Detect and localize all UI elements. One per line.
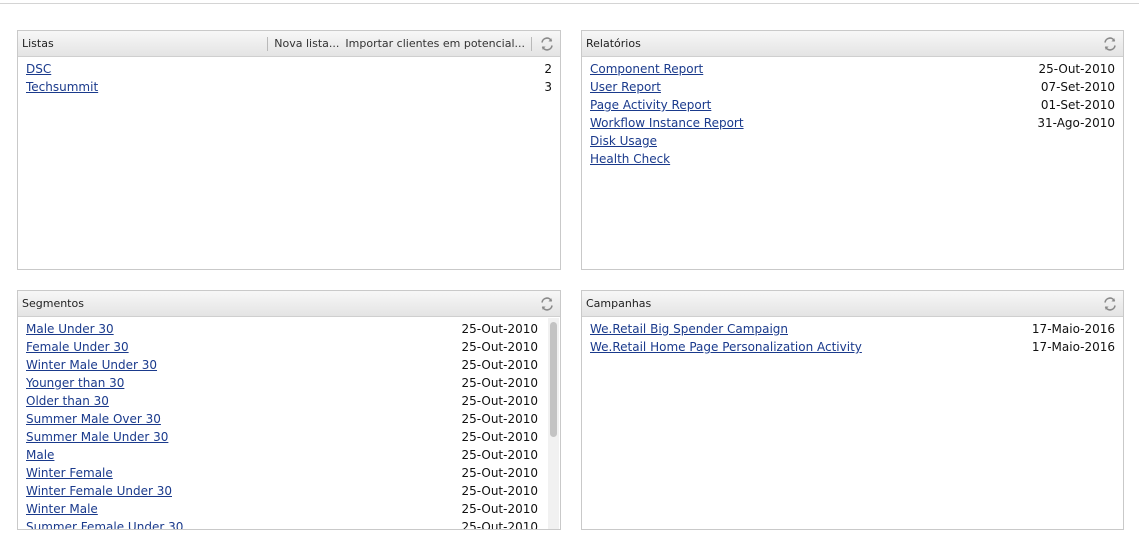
relatorio-link[interactable]: Component Report <box>590 60 703 78</box>
segmento-row: Female Under 30 25-Out-2010 <box>26 338 538 356</box>
top-divider <box>0 3 1139 4</box>
segmento-row: Male 25-Out-2010 <box>26 446 538 464</box>
campanhas-panel: Campanhas We.Retail Big Spender Campaign… <box>581 290 1124 530</box>
segmento-value: 25-Out-2010 <box>461 412 538 426</box>
segmentos-header-actions <box>538 291 556 316</box>
segmento-value: 25-Out-2010 <box>461 484 538 498</box>
segmento-link[interactable]: Younger than 30 <box>26 374 124 392</box>
segmento-row: Summer Male Under 30 25-Out-2010 <box>26 428 538 446</box>
relatorio-link[interactable]: User Report <box>590 78 661 96</box>
refresh-icon-glyph <box>541 296 553 311</box>
listas-link[interactable]: Techsummit <box>26 78 98 96</box>
segmento-value: 25-Out-2010 <box>461 520 538 530</box>
segmentos-scrollbar[interactable] <box>548 318 559 529</box>
listas-row: Techsummit 3 <box>26 78 552 96</box>
campanha-link[interactable]: We.Retail Big Spender Campaign <box>590 320 788 338</box>
relatorios-header-actions <box>1101 31 1119 56</box>
campanha-value: 17-Maio-2016 <box>1031 322 1115 336</box>
relatorio-row: Health Check <box>590 150 1115 168</box>
relatorio-link[interactable]: Health Check <box>590 150 670 168</box>
segmento-link[interactable]: Summer Male Under 30 <box>26 428 168 446</box>
relatorios-list: Component Report 25-Out-2010 User Report 07… <box>582 57 1123 168</box>
segmento-row: Winter Male Under 30 25-Out-2010 <box>26 356 538 374</box>
relatorio-row: Component Report 25-Out-2010 <box>590 60 1115 78</box>
header-separator <box>267 36 269 51</box>
listas-value: 3 <box>544 80 552 94</box>
segmento-row: Male Under 30 25-Out-2010 <box>26 320 538 338</box>
listas-panel-header: Listas Nova lista... Importar clientes e… <box>18 31 560 57</box>
segmento-value: 25-Out-2010 <box>461 358 538 372</box>
segmento-link[interactable]: Summer Male Over 30 <box>26 410 161 428</box>
relatorio-value: 31-Ago-2010 <box>1037 116 1115 130</box>
campanha-value: 17-Maio-2016 <box>1031 340 1115 354</box>
segmento-row: Summer Male Over 30 25-Out-2010 <box>26 410 538 428</box>
refresh-icon[interactable] <box>538 35 556 53</box>
refresh-icon-glyph <box>1104 296 1116 311</box>
segmento-value: 25-Out-2010 <box>461 430 538 444</box>
segmentos-panel: Segmentos Male Under 30 25-Out-2010 Female… <box>17 290 561 530</box>
listas-panel: Listas Nova lista... Importar clientes e… <box>17 30 561 270</box>
relatorio-value: 07-Set-2010 <box>1040 80 1115 94</box>
campanhas-header-actions <box>1101 291 1119 316</box>
refresh-icon[interactable] <box>538 295 556 313</box>
segmento-row: Winter Female 25-Out-2010 <box>26 464 538 482</box>
nova-lista-button[interactable]: Nova lista... <box>274 37 339 50</box>
campanha-link[interactable]: We.Retail Home Page Personalization Acti… <box>590 338 862 356</box>
relatorio-value: 25-Out-2010 <box>1038 62 1115 76</box>
listas-list: DSC 2 Techsummit 3 <box>18 57 560 96</box>
segmento-value: 25-Out-2010 <box>461 502 538 516</box>
scrollbar-thumb[interactable] <box>550 322 557 437</box>
segmento-link[interactable]: Winter Female <box>26 464 113 482</box>
segmento-link[interactable]: Male Under 30 <box>26 320 114 338</box>
relatorio-link[interactable]: Disk Usage <box>590 132 657 150</box>
segmento-row: Winter Female Under 30 25-Out-2010 <box>26 482 538 500</box>
segmento-link[interactable]: Female Under 30 <box>26 338 129 356</box>
importar-clientes-button[interactable]: Importar clientes em potencial... <box>345 37 525 50</box>
relatorio-value: 01-Set-2010 <box>1040 98 1115 112</box>
segmentos-panel-header: Segmentos <box>18 291 560 317</box>
listas-link[interactable]: DSC <box>26 60 51 78</box>
segmento-link[interactable]: Winter Male Under 30 <box>26 356 157 374</box>
segmento-row: Winter Male 25-Out-2010 <box>26 500 538 518</box>
segmento-row: Older than 30 25-Out-2010 <box>26 392 538 410</box>
listas-panel-title: Listas <box>22 37 54 50</box>
relatorio-row: Disk Usage <box>590 132 1115 150</box>
refresh-icon-glyph <box>541 36 553 51</box>
listas-value: 2 <box>544 62 552 76</box>
relatorio-row: Page Activity Report 01-Set-2010 <box>590 96 1115 114</box>
segmento-link[interactable]: Male <box>26 446 54 464</box>
relatorios-panel: Relatórios Component Report 25-Out-2010 Us… <box>581 30 1124 270</box>
campanha-row: We.Retail Big Spender Campaign 17-Maio-20… <box>590 320 1115 338</box>
relatorio-row: User Report 07-Set-2010 <box>590 78 1115 96</box>
segmento-row: Summer Female Under 30 25-Out-2010 <box>26 518 538 530</box>
refresh-icon-glyph <box>1104 36 1116 51</box>
segmento-link[interactable]: Winter Female Under 30 <box>26 482 172 500</box>
campanhas-panel-title: Campanhas <box>586 297 652 310</box>
refresh-icon[interactable] <box>1101 35 1119 53</box>
segmento-row: Younger than 30 25-Out-2010 <box>26 374 538 392</box>
segmento-value: 25-Out-2010 <box>461 448 538 462</box>
segmento-value: 25-Out-2010 <box>461 376 538 390</box>
campanhas-panel-header: Campanhas <box>582 291 1123 317</box>
segmento-value: 25-Out-2010 <box>461 466 538 480</box>
segmento-value: 25-Out-2010 <box>461 322 538 336</box>
segmentos-panel-title: Segmentos <box>22 297 84 310</box>
relatorios-panel-title: Relatórios <box>586 37 641 50</box>
relatorio-row: Workflow Instance Report 31-Ago-2010 <box>590 114 1115 132</box>
campanhas-list: We.Retail Big Spender Campaign 17-Maio-20… <box>582 317 1123 356</box>
relatorios-panel-header: Relatórios <box>582 31 1123 57</box>
segmento-link[interactable]: Summer Female Under 30 <box>26 518 183 529</box>
listas-header-actions: Nova lista... Importar clientes em poten… <box>261 31 556 56</box>
header-separator <box>531 36 532 51</box>
relatorio-link[interactable]: Workflow Instance Report <box>590 114 744 132</box>
segmentos-list: Male Under 30 25-Out-2010 Female Under 30 2… <box>18 317 560 530</box>
refresh-icon[interactable] <box>1101 295 1119 313</box>
listas-row: DSC 2 <box>26 60 552 78</box>
segmento-link[interactable]: Older than 30 <box>26 392 109 410</box>
campanha-row: We.Retail Home Page Personalization Acti… <box>590 338 1115 356</box>
relatorio-link[interactable]: Page Activity Report <box>590 96 711 114</box>
segmento-value: 25-Out-2010 <box>461 394 538 408</box>
segmento-link[interactable]: Winter Male <box>26 500 98 518</box>
segmento-value: 25-Out-2010 <box>461 340 538 354</box>
